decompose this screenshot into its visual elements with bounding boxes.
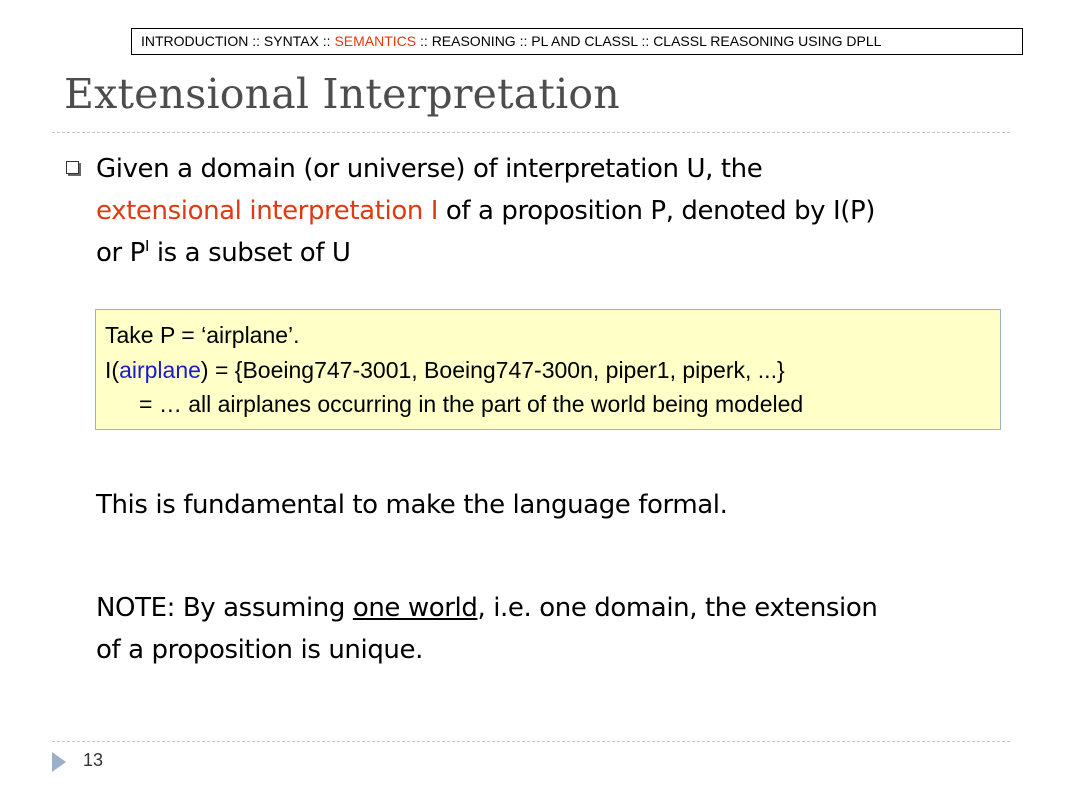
title-divider xyxy=(52,132,1010,133)
example-line-2: I(airplane) = {Boeing747-3001, Boeing747… xyxy=(105,353,1000,388)
note-post: , i.e. one domain, the extension xyxy=(477,593,878,623)
example-box: Take P = ‘airplane’. I(airplane) = {Boei… xyxy=(95,309,1001,430)
example-line-2-pre: I( xyxy=(105,356,120,383)
example-line-2-post: ) = {Boeing747-3001, Boeing747-300n, pip… xyxy=(200,356,785,383)
hollow-square-bullet-icon xyxy=(66,161,79,174)
slide-title: Extensional Interpretation xyxy=(64,70,620,118)
bullet-text: Given a domain (or universe) of interpre… xyxy=(96,148,996,274)
bullet-text-part1: Given a domain (or universe) of interpre… xyxy=(96,154,763,184)
breadcrumb-separator: :: xyxy=(637,33,654,49)
breadcrumb-separator: :: xyxy=(248,33,264,49)
example-term-airplane: airplane xyxy=(119,356,201,383)
bullet-text-part2: of a proposition P, denoted by I(P) xyxy=(438,196,876,226)
breadcrumb-pl-and-classl[interactable]: PL AND CLASSL xyxy=(531,33,637,49)
note-underlined: one world xyxy=(352,593,478,623)
note-pre: NOTE: By assuming xyxy=(96,593,353,623)
breadcrumb: INTRODUCTION :: SYNTAX :: SEMANTICS :: R… xyxy=(131,28,1023,55)
note-text: NOTE: By assuming one world, i.e. one do… xyxy=(96,587,996,671)
breadcrumb-reasoning[interactable]: REASONING xyxy=(432,33,516,49)
breadcrumb-classl-reasoning[interactable]: CLASSL REASONING USING DPLL xyxy=(653,33,881,49)
breadcrumb-separator: :: xyxy=(318,33,335,49)
footer-divider xyxy=(52,741,1010,742)
statement-text: This is fundamental to make the language… xyxy=(96,490,728,520)
bullet-text-part3-pre: or P xyxy=(96,238,145,268)
highlight-term: extensional interpretation I xyxy=(96,196,439,226)
note-line-2: of a proposition is unique. xyxy=(96,635,423,665)
page-number: 13 xyxy=(83,750,104,770)
breadcrumb-introduction[interactable]: INTRODUCTION xyxy=(141,33,248,49)
example-line-1: Take P = ‘airplane’. xyxy=(105,322,300,348)
breadcrumb-syntax[interactable]: SYNTAX xyxy=(264,33,319,49)
breadcrumb-semantics[interactable]: SEMANTICS xyxy=(334,33,416,49)
bullet-text-part3-post: is a subset of U xyxy=(148,238,351,268)
breadcrumb-separator: :: xyxy=(515,33,532,49)
page-arrow-icon xyxy=(52,752,66,772)
example-line-3: = … all airplanes occurring in the part … xyxy=(139,391,804,417)
breadcrumb-separator: :: xyxy=(416,33,432,49)
